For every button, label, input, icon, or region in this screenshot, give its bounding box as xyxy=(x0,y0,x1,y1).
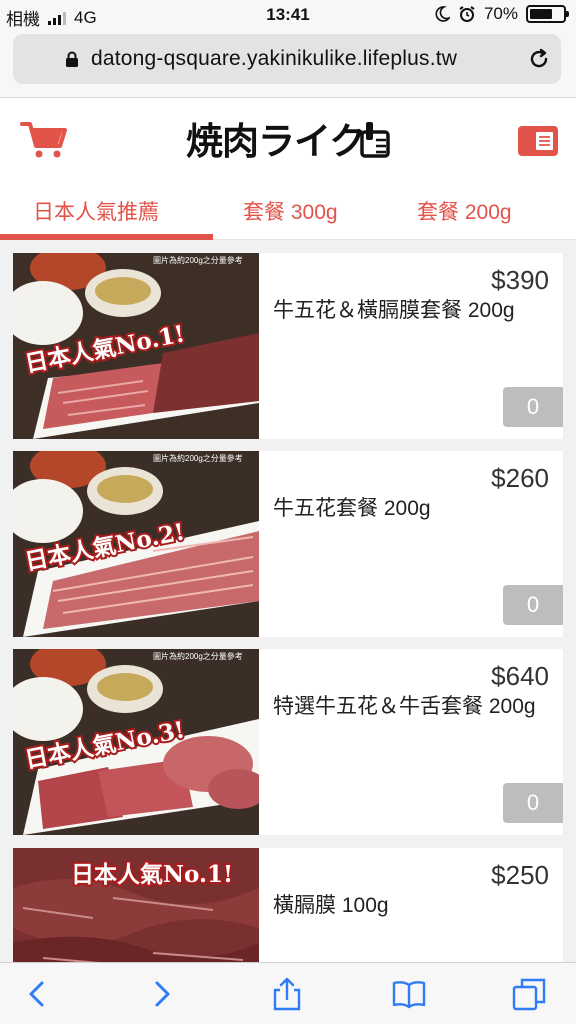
alarm-icon xyxy=(459,6,475,22)
product-list: 圖片為約200g之分量參考 日本人氣No.1! $390 牛五花＆橫膈膜套餐 2… xyxy=(0,240,576,962)
product-card[interactable]: 圖片為約200g之分量參考 日本人氣No.1! $390 牛五花＆橫膈膜套餐 2… xyxy=(13,253,563,439)
app-header: 焼肉ライク xyxy=(0,98,576,182)
product-name: 牛五花套餐 200g xyxy=(273,497,431,520)
lock-icon xyxy=(66,51,78,67)
tabs-icon[interactable] xyxy=(512,977,546,1011)
cart-icon[interactable] xyxy=(20,120,68,160)
bookmarks-icon[interactable] xyxy=(392,977,426,1011)
product-price: $640 xyxy=(491,661,549,691)
browser-address-area: datong-qsquare.yakinikulike.lifeplus.tw xyxy=(0,30,576,98)
product-name: 橫膈膜 100g xyxy=(273,894,389,917)
image-note: 圖片為約200g之分量參考 xyxy=(153,453,243,463)
product-price: $250 xyxy=(491,860,549,890)
product-name: 牛五花＆橫膈膜套餐 200g xyxy=(273,299,515,322)
tab-japan-popular[interactable]: 日本人氣推薦 xyxy=(33,196,159,226)
quantity-button[interactable]: 0 xyxy=(503,585,563,625)
battery-icon xyxy=(526,5,569,23)
tab-set-300g[interactable]: 套餐 300g xyxy=(243,196,338,226)
product-image[interactable]: 圖片為約200g之分量參考 日本人氣No.1! xyxy=(13,253,259,439)
status-bar: 相機 4G 13:41 70% xyxy=(0,0,576,30)
product-image[interactable]: 圖片為約200g之分量參考 日本人氣No.2! xyxy=(13,451,259,637)
forward-icon[interactable] xyxy=(145,977,179,1011)
product-name: 特選牛五花＆牛舌套餐 200g xyxy=(273,695,536,718)
quantity-button[interactable]: 0 xyxy=(503,783,563,823)
product-card[interactable]: 日本人氣No.1! $250 橫膈膜 100g xyxy=(13,848,563,962)
product-price: $390 xyxy=(491,265,549,295)
image-note: 圖片為約200g之分量參考 xyxy=(153,651,243,661)
svg-text:焼肉ライク: 焼肉ライク xyxy=(186,120,365,162)
product-image[interactable]: 日本人氣No.1! xyxy=(13,848,259,962)
battery-fill xyxy=(530,9,553,19)
battery-percent: 70% xyxy=(483,4,518,23)
product-image[interactable]: 圖片為約200g之分量參考 日本人氣No.3! xyxy=(13,649,259,835)
status-right: 70% xyxy=(434,4,569,24)
browser-toolbar xyxy=(0,962,576,1024)
moon-icon xyxy=(435,6,450,22)
brand-logo[interactable]: 焼肉ライク xyxy=(186,118,392,162)
quantity-button[interactable]: 0 xyxy=(503,387,563,427)
menu-icon[interactable] xyxy=(518,126,558,156)
product-card[interactable]: 圖片為約200g之分量參考 日本人氣No.2! $260 牛五花套餐 200g … xyxy=(13,451,563,637)
url-text[interactable]: datong-qsquare.yakinikulike.lifeplus.tw xyxy=(91,47,457,71)
product-price: $260 xyxy=(491,463,549,493)
product-badge: 日本人氣No.1! xyxy=(71,861,233,888)
reload-icon[interactable] xyxy=(527,47,551,71)
product-card[interactable]: 圖片為約200g之分量參考 日本人氣No.3! $640 特選牛五花＆牛舌套餐 … xyxy=(13,649,563,835)
share-icon[interactable] xyxy=(270,977,304,1011)
address-bar[interactable]: datong-qsquare.yakinikulike.lifeplus.tw xyxy=(13,34,561,84)
category-tabs: 日本人氣推薦 套餐 300g 套餐 200g xyxy=(0,182,576,240)
back-icon[interactable] xyxy=(20,977,54,1011)
image-note: 圖片為約200g之分量參考 xyxy=(153,255,243,265)
tab-set-200g[interactable]: 套餐 200g xyxy=(417,196,512,226)
